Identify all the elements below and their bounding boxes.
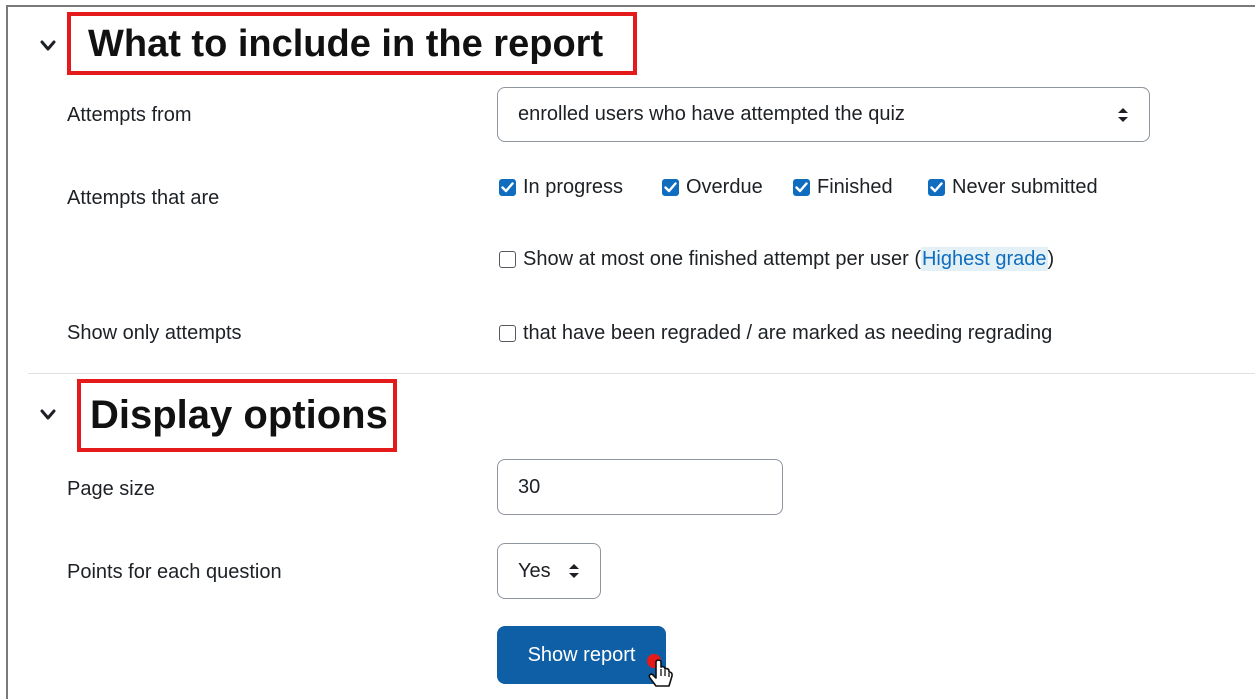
attempts-from-select[interactable]: enrolled users who have attempted the qu… bbox=[497, 87, 1150, 142]
checkbox-label: Finished bbox=[817, 176, 893, 198]
checkbox-overdue[interactable]: Overdue bbox=[662, 175, 763, 199]
checkbox-one-attempt[interactable]: Show at most one finished attempt per us… bbox=[499, 247, 1054, 271]
checkbox-never-submitted[interactable]: Never submitted bbox=[928, 175, 1098, 199]
points-label: Points for each question bbox=[67, 561, 282, 583]
section-title-include[interactable]: What to include in the report bbox=[88, 25, 603, 63]
check-icon bbox=[501, 181, 514, 192]
section-title-display[interactable]: Display options bbox=[90, 395, 388, 435]
checkbox-checked[interactable] bbox=[499, 178, 516, 196]
highest-grade-link[interactable]: Highest grade bbox=[920, 247, 1048, 271]
one-attempt-text: Show at most one finished attempt per us… bbox=[523, 248, 921, 270]
points-value: Yes bbox=[518, 559, 551, 582]
chevron-down-icon[interactable] bbox=[39, 37, 57, 55]
regraded-text: that have been regraded / are marked as … bbox=[523, 322, 1053, 344]
chevron-down-icon[interactable] bbox=[39, 406, 57, 424]
checkbox-unchecked[interactable] bbox=[499, 324, 516, 342]
checkbox-checked[interactable] bbox=[793, 178, 810, 196]
page-size-input[interactable]: 30 bbox=[497, 459, 783, 515]
checkbox-label: Overdue bbox=[686, 176, 763, 198]
one-attempt-text-end: ) bbox=[1047, 248, 1055, 270]
points-select[interactable]: Yes bbox=[497, 543, 601, 599]
attempts-from-label: Attempts from bbox=[67, 104, 192, 126]
sort-caret-icon bbox=[568, 562, 580, 580]
page-size-label: Page size bbox=[67, 478, 155, 500]
attempts-from-value: enrolled users who have attempted the qu… bbox=[518, 103, 905, 125]
checkbox-checked[interactable] bbox=[928, 178, 945, 196]
checkbox-label: In progress bbox=[523, 176, 624, 198]
checkbox-regraded[interactable]: that have been regraded / are marked as … bbox=[499, 321, 1052, 345]
checkbox-in-progress[interactable]: In progress bbox=[499, 175, 623, 199]
show-only-label: Show only attempts bbox=[67, 322, 242, 344]
checkbox-finished[interactable]: Finished bbox=[793, 175, 893, 199]
show-report-button[interactable]: Show report bbox=[497, 626, 666, 684]
section-divider bbox=[28, 373, 1255, 374]
check-icon bbox=[795, 181, 808, 192]
attempts-that-are-label: Attempts that are bbox=[67, 187, 220, 209]
hand-pointer-cursor-icon bbox=[642, 652, 682, 697]
checkbox-unchecked[interactable] bbox=[499, 250, 516, 268]
checkbox-label: Never submitted bbox=[952, 176, 1098, 198]
check-icon bbox=[664, 181, 677, 192]
sort-caret-icon bbox=[1117, 106, 1129, 124]
checkbox-checked[interactable] bbox=[662, 178, 679, 196]
check-icon bbox=[930, 181, 943, 192]
